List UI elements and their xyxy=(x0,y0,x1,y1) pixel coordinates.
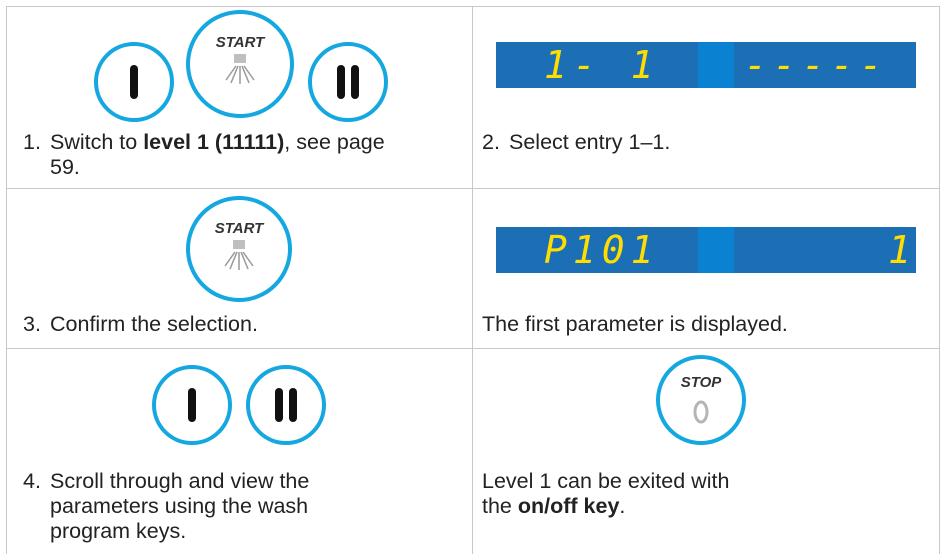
spray-icon-confirm xyxy=(224,240,254,270)
step-1-number: 1. xyxy=(23,130,41,154)
key-2-bar-icon-b xyxy=(351,65,359,99)
result-4-text-bold: on/off key xyxy=(517,494,620,518)
scroll-key-2-bar-icon-b xyxy=(289,388,297,422)
table-border-right xyxy=(939,6,940,554)
spray-icon xyxy=(225,54,255,84)
cell-step-1: START 1. Switch to level 1 (11111), see … xyxy=(6,6,472,188)
step-2-number: 2. xyxy=(482,130,500,154)
wash-program-key-2-scroll[interactable] xyxy=(246,365,326,445)
step-1-text-bold: level 1 (11111) xyxy=(143,130,285,154)
step-3-text: Confirm the selection. xyxy=(50,312,258,336)
display-param-right: 1 xyxy=(888,228,917,272)
wash-program-key-1[interactable] xyxy=(94,42,174,122)
cell-result-4: STOP Level 1 can be exited with the on/o… xyxy=(473,349,939,554)
display-entry-right: ----- xyxy=(744,43,889,87)
cell-step-3: START 3. Confirm the selection. xyxy=(6,189,472,348)
step-1-text: Switch to level 1 (11111), see page 59. xyxy=(50,130,420,180)
result-3-text: The first parameter is displayed. xyxy=(482,312,788,336)
key-1-bar-icon xyxy=(130,65,138,99)
wash-program-key-1-scroll[interactable] xyxy=(152,365,232,445)
step-1-text-pre: Switch to xyxy=(50,130,144,154)
display-entry-left: 1- 1 xyxy=(544,43,660,87)
cell-step-4: 4. Scroll through and view the parameter… xyxy=(6,349,472,554)
start-key-confirm[interactable]: START xyxy=(186,196,292,302)
on-off-key[interactable]: STOP xyxy=(656,355,746,445)
cell-step-2: 1- 1 ----- 2. Select entry 1–1. xyxy=(473,6,939,188)
start-label: START xyxy=(215,34,265,51)
start-key[interactable]: START xyxy=(186,10,294,118)
zero-icon xyxy=(693,400,709,424)
key-2-bar-icon-a xyxy=(337,65,345,99)
scroll-key-1-bar-icon xyxy=(188,388,196,422)
parameter-display: P101 1 xyxy=(496,227,916,273)
step-4-number: 4. xyxy=(23,469,41,493)
cell-result-3: P101 1 The first parameter is displayed. xyxy=(473,189,939,348)
scroll-key-2-bar-icon-a xyxy=(275,388,283,422)
instruction-table: START 1. Switch to level 1 (11111), see … xyxy=(6,6,940,554)
entry-display: 1- 1 ----- xyxy=(496,42,916,88)
step-4-text: Scroll through and view the parameters u… xyxy=(50,469,310,543)
display-param-left: P101 xyxy=(544,228,660,272)
stop-label: STOP xyxy=(680,374,722,391)
result-4-text-post: . xyxy=(619,494,626,518)
wash-program-key-2[interactable] xyxy=(308,42,388,122)
step-3-number: 3. xyxy=(23,312,41,336)
display-separator xyxy=(698,42,734,88)
start-label-confirm: START xyxy=(214,220,264,237)
step-2-text: Select entry 1–1. xyxy=(509,130,671,154)
result-4-text: Level 1 can be exited with the on/off ke… xyxy=(482,469,762,519)
display-separator-2 xyxy=(698,227,734,273)
